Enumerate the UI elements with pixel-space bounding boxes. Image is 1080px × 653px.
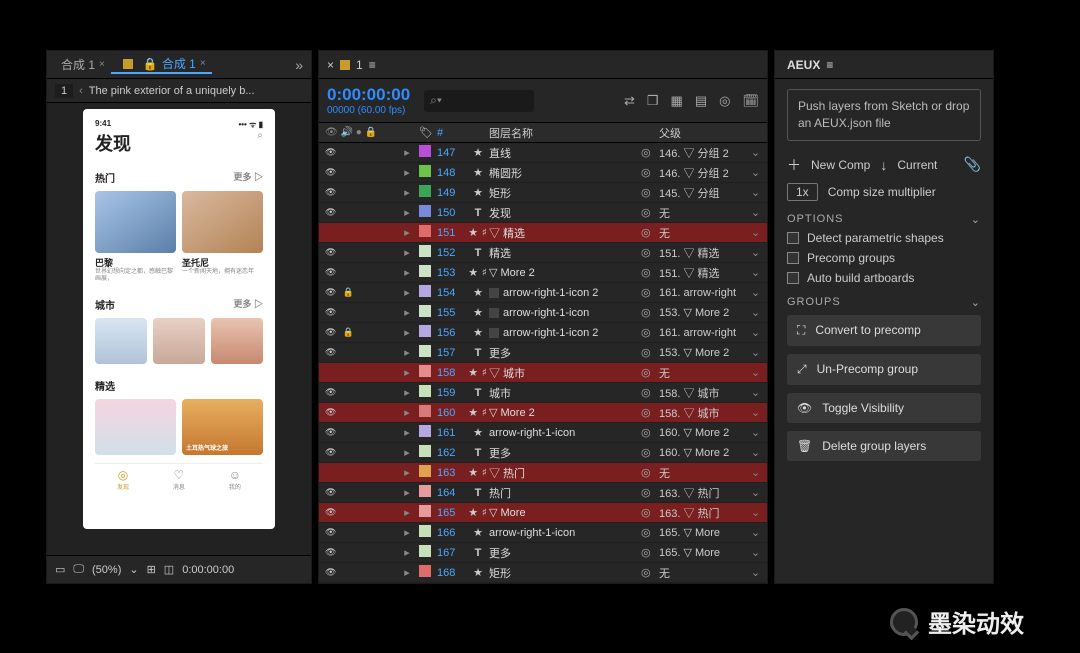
time-header: 0:00:00:00 00000 (60.00 fps) ⌕▾ ⇄ ❒ ▦ ▤ … [319, 79, 767, 123]
page-title: 发现 [95, 134, 131, 154]
menu-icon[interactable]: ≡ [826, 58, 833, 72]
zoom-value[interactable]: (50%) [92, 564, 121, 576]
layer-row[interactable]: 👁 🔒▸154★arrow-right-1-icon 2◎161. arrow-… [319, 283, 767, 303]
unprecomp-button[interactable]: ⤢Un-Precomp group [787, 354, 981, 385]
groups-heading: GROUPS [787, 296, 841, 309]
monitor-icon[interactable]: 🖵 [73, 563, 84, 576]
bell-icon: ♡ [173, 468, 184, 482]
comp-swatch [340, 60, 350, 70]
fps-label: 00000 (60.00 fps) [327, 105, 410, 116]
layer-row[interactable]: 👁 ▸159T城市◎158. ▽ 城市⌄ [319, 383, 767, 403]
layer-row[interactable]: 👁 ▸153★ ♯▽ More 2◎151. ▽ 精选⌄ [319, 263, 767, 283]
layer-row[interactable]: 👁 ▸166★arrow-right-1-icon◎165. ▽ More⌄ [319, 523, 767, 543]
current-button[interactable]: Current [897, 158, 937, 172]
delete-layers-button[interactable]: 🗑Delete group layers [787, 431, 981, 461]
layer-row[interactable]: 👁 ▸165★ ♯▽ More◎163. ▽ 热门⌄ [319, 503, 767, 523]
search-icon: ⌕ [257, 130, 263, 141]
plus-icon[interactable]: ＋ [787, 155, 801, 175]
composition-panel: 合成 1× 🔒合成 1× » 1 ‹ The pink exterior of … [46, 50, 312, 584]
phone-mock: 9:41••• ᯤ ▮ 发现⌕ 热门更多 ▷ 巴黎世界幻想向定之都，感触巴黎画展… [83, 109, 275, 529]
paperclip-icon[interactable]: 📎 [964, 156, 981, 173]
panel-title: AEUX [787, 58, 820, 72]
chevron-down-icon[interactable]: ⌄ [971, 213, 981, 226]
layer-row[interactable]: 👁 ▸148★椭圆形◎146. ▽ 分组 2⌄ [319, 163, 767, 183]
timecode[interactable]: 0:00:00:00 [327, 85, 410, 105]
tab-comp1-active[interactable]: 🔒合成 1× [111, 55, 212, 74]
tab-comp1[interactable]: 合成 1× [55, 56, 111, 73]
multiplier-value[interactable]: 1x [787, 183, 818, 201]
trash-icon: 🗑 [797, 439, 812, 453]
layer-row[interactable]: 👁 ▸155★arrow-right-1-icon◎153. ▽ More 2⌄ [319, 303, 767, 323]
grid-icon[interactable]: ⊞ [147, 563, 156, 576]
tabs-overflow-icon[interactable]: » [295, 57, 303, 73]
drop-zone[interactable]: Push layers from Sketch or drop an AEUX.… [787, 89, 981, 141]
layer-row[interactable]: ▸151★ ♯▽ 精选◎无⌄ [319, 223, 767, 243]
layer-row[interactable]: 👁 ▸147★直线◎146. ▽ 分组 2⌄ [319, 143, 767, 163]
search-input[interactable]: ⌕▾ [424, 90, 534, 112]
preview-footer: ▭ 🖵 (50%) ⌄ ⊞ ◫ 0:00:00:00 [47, 555, 311, 583]
wechat-icon [890, 608, 918, 636]
display-icon[interactable]: ▭ [55, 563, 65, 576]
toggle-visibility-button[interactable]: 👁Toggle Visibility [787, 393, 981, 423]
signal-icon: ••• ᯤ ▮ [238, 119, 263, 130]
layer-row[interactable]: 👁 ▸162T更多◎160. ▽ More 2⌄ [319, 443, 767, 463]
chevron-left-icon[interactable]: ‹ [79, 85, 83, 97]
user-icon: ☺ [229, 468, 241, 482]
options-heading: OPTIONS [787, 213, 844, 226]
motion-blur-icon[interactable]: ◎ [719, 93, 730, 109]
menu-icon[interactable]: ≡ [369, 58, 376, 72]
close-icon[interactable]: × [327, 58, 334, 72]
checkbox[interactable] [787, 252, 799, 264]
layer-row[interactable]: ▸158★ ♯▽ 城市◎无⌄ [319, 363, 767, 383]
close-icon[interactable]: × [99, 59, 105, 70]
preview-viewport[interactable]: 9:41••• ᯤ ▮ 发现⌕ 热门更多 ▷ 巴黎世界幻想向定之都，感触巴黎画展… [47, 103, 311, 555]
breadcrumb: 1 ‹ The pink exterior of a uniquely b... [47, 79, 311, 103]
scan-icon: ⛶ [797, 323, 805, 338]
discover-icon: ◎ [118, 468, 128, 482]
layer-row[interactable]: 👁 ▸168★矩形◎无⌄ [319, 563, 767, 583]
safezone-icon[interactable]: ◫ [164, 563, 174, 576]
layer-row[interactable]: 👁 ▸161★arrow-right-1-icon◎160. ▽ More 2⌄ [319, 423, 767, 443]
render-icon[interactable]: ▦ [671, 93, 683, 109]
down-arrow-icon[interactable]: ↓ [880, 157, 887, 173]
close-icon[interactable]: × [200, 58, 206, 69]
eye-off-icon: 👁 [797, 401, 812, 415]
foot-time: 0:00:00:00 [182, 564, 234, 576]
convert-precomp-button[interactable]: ⛶Convert to precomp [787, 315, 981, 346]
checkbox[interactable] [787, 272, 799, 284]
layer-row[interactable]: 👁 ▸160★ ♯▽ More 2◎158. ▽ 城市⌄ [319, 403, 767, 423]
lock-icon: 🔒 [143, 57, 158, 71]
multiplier-label: Comp size multiplier [828, 185, 936, 199]
layer-row[interactable]: 👁 ▸150T发现◎无⌄ [319, 203, 767, 223]
checkbox[interactable] [787, 232, 799, 244]
layer-row[interactable]: 👁 ▸157T更多◎153. ▽ More 2⌄ [319, 343, 767, 363]
shy-icon[interactable]: ⇄ [624, 93, 635, 109]
layer-row[interactable]: 👁 ▸167T更多◎165. ▽ More⌄ [319, 543, 767, 563]
calendar-icon[interactable]: 🗓 [742, 93, 759, 109]
layer-list: 👁 ▸147★直线◎146. ▽ 分组 2⌄👁 ▸148★椭圆形◎146. ▽ … [319, 143, 767, 583]
layer-row[interactable]: 👁 🔒▸156★arrow-right-1-icon 2◎161. arrow-… [319, 323, 767, 343]
layer-row[interactable]: 👁 ▸149★矩形◎145. ▽ 分组⌄ [319, 183, 767, 203]
graph-icon[interactable]: ▤ [695, 93, 707, 109]
chevron-down-icon[interactable]: ⌄ [129, 563, 138, 576]
3d-icon[interactable]: ❒ [647, 93, 659, 109]
tab-bar: 合成 1× 🔒合成 1× » [47, 51, 311, 79]
crumb-index: 1 [55, 84, 73, 98]
layer-row[interactable]: 👁 ▸164T热门◎163. ▽ 热门⌄ [319, 483, 767, 503]
timeline-panel: × 1 ≡ 0:00:00:00 00000 (60.00 fps) ⌕▾ ⇄ ❒ … [318, 50, 768, 584]
layer-row[interactable]: ▸163★ ♯▽ 热门◎无⌄ [319, 463, 767, 483]
layer-row[interactable]: 👁 ▸152T精选◎151. ▽ 精选⌄ [319, 243, 767, 263]
comp-swatch [123, 59, 133, 69]
chevron-down-icon[interactable]: ⌄ [971, 296, 981, 309]
expand-icon: ⤢ [797, 362, 807, 377]
crumb-title: The pink exterior of a uniquely b... [89, 85, 255, 97]
search-icon: ⌕▾ [430, 93, 442, 108]
aeux-panel: AEUX ≡ Push layers from Sketch or drop an… [774, 50, 994, 584]
layer-columns: 👁 🔊 ● 🔒 🏷 # 图层名称 父级 [319, 123, 767, 143]
tab-num: 1 [356, 58, 363, 72]
watermark: 墨染动效 [890, 604, 1024, 639]
new-comp-button[interactable]: New Comp [811, 158, 870, 172]
